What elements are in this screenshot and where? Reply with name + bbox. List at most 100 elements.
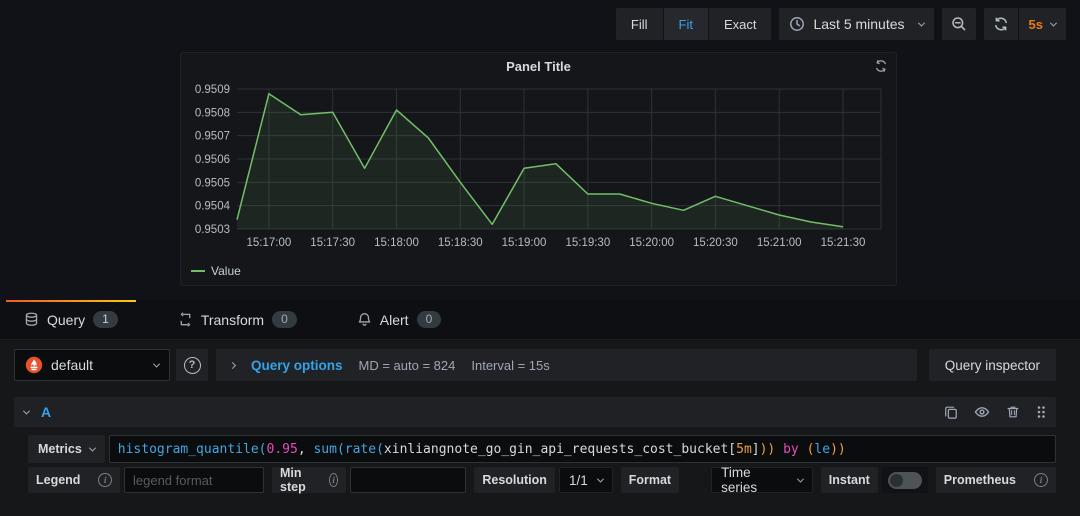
x-axis-tick: 15:19:00 bbox=[502, 237, 547, 249]
min-step-input[interactable] bbox=[350, 467, 466, 493]
database-icon bbox=[24, 312, 39, 327]
chevron-down-icon bbox=[597, 475, 604, 482]
tab-transform-label: Transform bbox=[201, 312, 264, 328]
legend-format-input[interactable] bbox=[124, 467, 264, 493]
query-options-interval: Interval = 15s bbox=[471, 358, 549, 373]
time-series-chart: 0.95090.95080.95070.95060.95050.95040.95… bbox=[189, 81, 889, 257]
x-axis-tick: 15:21:30 bbox=[821, 237, 866, 249]
chevron-down-icon bbox=[153, 360, 160, 367]
panel-size-mode-group: Fill Fit Exact bbox=[616, 8, 772, 40]
editor-tabbar: Query 1 Transform 0 Alert 0 bbox=[0, 300, 1080, 340]
min-step-field-label: Min step i bbox=[272, 467, 346, 493]
instant-label-text: Instant bbox=[829, 473, 870, 487]
x-axis-tick: 15:17:30 bbox=[310, 237, 355, 249]
tab-transform-count: 0 bbox=[272, 311, 297, 328]
query-row-actions bbox=[944, 404, 1046, 420]
refresh-icon bbox=[993, 16, 1009, 32]
query-row-header[interactable]: A bbox=[14, 397, 1056, 427]
duplicate-query-button[interactable] bbox=[944, 405, 958, 419]
legend-field-label: Legend i bbox=[28, 467, 120, 493]
tab-alert-count: 0 bbox=[417, 311, 442, 328]
query-inspector-button[interactable]: Query inspector bbox=[929, 349, 1056, 381]
format-field-label: Format bbox=[621, 467, 679, 493]
y-axis-tick: 0.9506 bbox=[195, 154, 230, 166]
datasource-type-label: Prometheus bbox=[944, 473, 1016, 487]
info-icon[interactable]: i bbox=[98, 473, 112, 487]
metrics-dropdown[interactable]: Metrics bbox=[28, 435, 105, 463]
y-axis-tick: 0.9507 bbox=[195, 131, 230, 143]
toggle-visibility-button[interactable] bbox=[974, 404, 990, 420]
resolution-select[interactable]: 1/1 bbox=[559, 467, 613, 493]
refresh-group: 5s bbox=[984, 8, 1066, 40]
resolution-label-text: Resolution bbox=[482, 473, 547, 487]
query-options-row: Legend i Min step i Resolution 1/1 Form bbox=[28, 467, 1056, 493]
refresh-interval-dropdown[interactable]: 5s bbox=[1019, 8, 1066, 40]
zoom-out-button[interactable] bbox=[942, 8, 976, 40]
datasource-type-field: Prometheus i bbox=[936, 467, 1056, 493]
chevron-down-icon bbox=[89, 444, 96, 451]
x-axis-tick: 15:19:30 bbox=[565, 237, 610, 249]
resolution-field-label: Resolution bbox=[474, 467, 555, 493]
refresh-interval-label: 5s bbox=[1029, 17, 1043, 32]
x-axis-tick: 15:20:00 bbox=[629, 237, 674, 249]
min-step-label-text: Min step bbox=[280, 466, 311, 494]
fit-button[interactable]: Fit bbox=[664, 8, 708, 40]
resolution-value: 1/1 bbox=[569, 473, 588, 488]
format-value: Time series bbox=[721, 465, 788, 495]
datasource-help-button[interactable]: ? bbox=[176, 349, 208, 381]
query-row-card: A Metrics bbox=[14, 397, 1056, 493]
chart-legend: Value bbox=[181, 262, 896, 278]
refresh-button[interactable] bbox=[984, 8, 1018, 40]
x-axis-tick: 15:21:00 bbox=[757, 237, 802, 249]
datasource-picker[interactable]: default bbox=[14, 349, 170, 381]
drag-handle[interactable] bbox=[1036, 405, 1046, 419]
panel-header[interactable]: Panel Title bbox=[181, 53, 896, 79]
time-range-picker[interactable]: Last 5 minutes bbox=[779, 8, 933, 40]
y-axis-tick: 0.9508 bbox=[195, 107, 230, 119]
x-axis-tick: 15:20:30 bbox=[693, 237, 738, 249]
datasource-row: default ? Query options MD = auto = 824 … bbox=[14, 349, 1056, 381]
x-axis-tick: 15:18:00 bbox=[374, 237, 419, 249]
loading-spinner-icon bbox=[874, 59, 888, 73]
chart-area[interactable]: 0.95090.95080.95070.95060.95050.95040.95… bbox=[181, 79, 896, 262]
instant-field-label: Instant bbox=[821, 467, 878, 493]
exact-button[interactable]: Exact bbox=[709, 8, 772, 40]
tab-query-label: Query bbox=[47, 312, 85, 328]
y-axis-tick: 0.9503 bbox=[195, 224, 230, 236]
fill-button[interactable]: Fill bbox=[616, 8, 663, 40]
datasource-name: default bbox=[51, 357, 146, 373]
legend-series-swatch bbox=[191, 270, 205, 272]
transform-icon bbox=[178, 312, 193, 327]
tab-alert[interactable]: Alert 0 bbox=[339, 300, 459, 339]
delete-query-button[interactable] bbox=[1006, 405, 1020, 419]
help-icon: ? bbox=[184, 357, 201, 374]
instant-toggle[interactable] bbox=[882, 467, 928, 493]
info-icon[interactable]: i bbox=[329, 473, 338, 487]
x-axis-tick: 15:18:30 bbox=[438, 237, 483, 249]
query-ref-id: A bbox=[41, 404, 944, 420]
toggle-pill bbox=[888, 472, 922, 489]
query-options-md: MD = auto = 824 bbox=[359, 358, 456, 373]
query-options-bar[interactable]: Query options MD = auto = 824 Interval =… bbox=[216, 349, 917, 381]
x-axis-tick: 15:17:00 bbox=[247, 237, 292, 249]
format-select[interactable]: Time series bbox=[711, 467, 813, 493]
series-area-fill bbox=[237, 94, 843, 229]
promql-expression-input[interactable]: histogram_quantile(0.95, sum(rate(xinlia… bbox=[109, 435, 1056, 463]
chevron-down-icon bbox=[797, 475, 804, 482]
bell-icon bbox=[357, 312, 372, 327]
tab-transform[interactable]: Transform 0 bbox=[160, 300, 315, 339]
tab-query[interactable]: Query 1 bbox=[6, 300, 136, 339]
top-toolbar: Fill Fit Exact Last 5 minutes 5s bbox=[616, 8, 1066, 40]
y-axis-tick: 0.9509 bbox=[195, 84, 230, 96]
chevron-down-icon bbox=[917, 19, 924, 26]
info-icon[interactable]: i bbox=[1034, 473, 1048, 487]
promql-expression-code: histogram_quantile(0.95, sum(rate(xinlia… bbox=[118, 442, 846, 457]
panel: Panel Title 0.9509 0.9508 0.9507 0.9506 0.95… bbox=[180, 52, 897, 286]
prometheus-icon bbox=[25, 356, 43, 374]
tab-query-count: 1 bbox=[93, 311, 118, 328]
chevron-right-icon bbox=[229, 361, 236, 368]
legend-series-label[interactable]: Value bbox=[211, 264, 241, 278]
panel-title: Panel Title bbox=[506, 59, 571, 74]
query-editor: default ? Query options MD = auto = 824 … bbox=[0, 341, 1080, 516]
toggle-knob bbox=[890, 474, 903, 487]
